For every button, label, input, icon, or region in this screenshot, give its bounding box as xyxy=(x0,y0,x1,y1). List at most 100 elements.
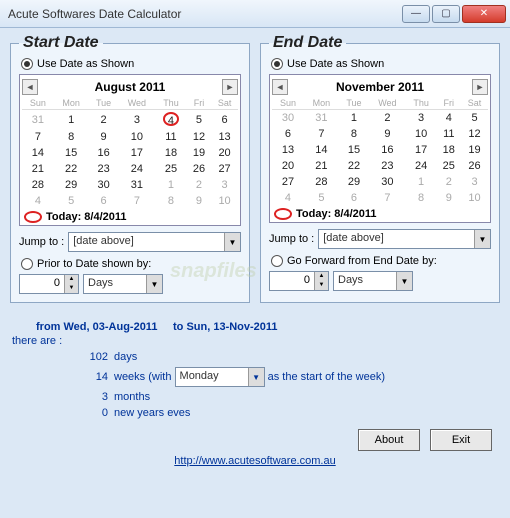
calendar-day[interactable]: 1 xyxy=(54,110,89,130)
next-month-button[interactable]: ► xyxy=(222,79,238,95)
calendar-day[interactable]: 6 xyxy=(89,193,119,209)
calendar-day[interactable]: 10 xyxy=(119,129,155,145)
calendar-day[interactable]: 5 xyxy=(461,110,488,127)
calendar-day[interactable]: 25 xyxy=(155,161,187,177)
calendar-day[interactable]: 9 xyxy=(369,126,406,142)
calendar-day[interactable]: 7 xyxy=(369,190,406,206)
calendar-day[interactable]: 30 xyxy=(369,174,406,190)
end-month-label[interactable]: November 2011 xyxy=(294,80,466,94)
calendar-day[interactable]: 21 xyxy=(304,158,339,174)
calendar-day[interactable]: 8 xyxy=(155,193,187,209)
end-jump-combo[interactable]: [date above] ▼ xyxy=(318,229,491,249)
calendar-day[interactable]: 30 xyxy=(272,110,304,127)
calendar-day[interactable]: 23 xyxy=(369,158,406,174)
calendar-day[interactable]: 15 xyxy=(54,145,89,161)
calendar-day[interactable]: 15 xyxy=(339,142,369,158)
calendar-day[interactable]: 4 xyxy=(22,193,54,209)
calendar-day[interactable]: 19 xyxy=(461,142,488,158)
calendar-day[interactable]: 31 xyxy=(22,110,54,130)
calendar-day[interactable]: 7 xyxy=(119,193,155,209)
calendar-day[interactable]: 30 xyxy=(89,177,119,193)
calendar-day[interactable]: 4 xyxy=(155,110,187,130)
calendar-day[interactable]: 9 xyxy=(89,129,119,145)
calendar-day[interactable]: 26 xyxy=(461,158,488,174)
calendar-day[interactable]: 28 xyxy=(304,174,339,190)
end-offset-spinner[interactable]: 0 ▲▼ xyxy=(269,271,329,291)
minimize-button[interactable]: — xyxy=(402,5,430,23)
calendar-day[interactable]: 2 xyxy=(89,110,119,130)
calendar-day[interactable]: 9 xyxy=(187,193,211,209)
calendar-day[interactable]: 29 xyxy=(339,174,369,190)
titlebar[interactable]: Acute Softwares Date Calculator — ▢ ✕ xyxy=(0,0,510,28)
calendar-day[interactable]: 31 xyxy=(304,110,339,127)
calendar-day[interactable]: 9 xyxy=(437,190,461,206)
calendar-day[interactable]: 27 xyxy=(211,161,238,177)
start-radio-shown[interactable]: Use Date as Shown xyxy=(21,58,241,70)
calendar-day[interactable]: 5 xyxy=(187,110,211,130)
calendar-day[interactable]: 2 xyxy=(369,110,406,127)
calendar-day[interactable]: 18 xyxy=(155,145,187,161)
start-month-label[interactable]: August 2011 xyxy=(44,80,216,94)
calendar-day[interactable]: 12 xyxy=(461,126,488,142)
calendar-day[interactable]: 5 xyxy=(304,190,339,206)
calendar-day[interactable]: 16 xyxy=(369,142,406,158)
calendar-day[interactable]: 8 xyxy=(54,129,89,145)
calendar-day[interactable]: 26 xyxy=(187,161,211,177)
start-offset-spinner[interactable]: 0 ▲▼ xyxy=(19,274,79,294)
start-radio-prior[interactable]: Prior to Date shown by: xyxy=(21,258,241,270)
calendar-day[interactable]: 20 xyxy=(272,158,304,174)
calendar-day[interactable]: 3 xyxy=(211,177,238,193)
calendar-day[interactable]: 17 xyxy=(119,145,155,161)
calendar-day[interactable]: 10 xyxy=(211,193,238,209)
calendar-day[interactable]: 25 xyxy=(437,158,461,174)
calendar-day[interactable]: 6 xyxy=(211,110,238,130)
end-radio-forward[interactable]: Go Forward from End Date by: xyxy=(271,255,491,267)
calendar-day[interactable]: 1 xyxy=(339,110,369,127)
calendar-day[interactable]: 10 xyxy=(461,190,488,206)
end-today-link[interactable]: Today: 8/4/2011 xyxy=(272,206,488,220)
calendar-day[interactable]: 23 xyxy=(89,161,119,177)
exit-button[interactable]: Exit xyxy=(430,429,492,451)
calendar-day[interactable]: 4 xyxy=(437,110,461,127)
calendar-day[interactable]: 24 xyxy=(406,158,437,174)
calendar-day[interactable]: 4 xyxy=(272,190,304,206)
calendar-day[interactable]: 29 xyxy=(54,177,89,193)
calendar-day[interactable]: 6 xyxy=(339,190,369,206)
calendar-day[interactable]: 16 xyxy=(89,145,119,161)
next-month-button[interactable]: ► xyxy=(472,79,488,95)
calendar-day[interactable]: 2 xyxy=(437,174,461,190)
calendar-day[interactable]: 7 xyxy=(22,129,54,145)
start-unit-combo[interactable]: Days ▼ xyxy=(83,274,163,294)
close-button[interactable]: ✕ xyxy=(462,5,506,23)
calendar-day[interactable]: 17 xyxy=(406,142,437,158)
calendar-day[interactable]: 8 xyxy=(339,126,369,142)
website-link[interactable]: http://www.acutesoftware.com.au xyxy=(174,455,335,467)
calendar-day[interactable]: 14 xyxy=(22,145,54,161)
calendar-day[interactable]: 1 xyxy=(406,174,437,190)
calendar-day[interactable]: 2 xyxy=(187,177,211,193)
start-jump-combo[interactable]: [date above] ▼ xyxy=(68,232,241,252)
end-unit-combo[interactable]: Days ▼ xyxy=(333,271,413,291)
calendar-day[interactable]: 3 xyxy=(461,174,488,190)
calendar-day[interactable]: 6 xyxy=(272,126,304,142)
calendar-day[interactable]: 3 xyxy=(406,110,437,127)
calendar-day[interactable]: 3 xyxy=(119,110,155,130)
prev-month-button[interactable]: ◄ xyxy=(22,79,38,95)
calendar-day[interactable]: 27 xyxy=(272,174,304,190)
calendar-day[interactable]: 19 xyxy=(187,145,211,161)
calendar-day[interactable]: 31 xyxy=(119,177,155,193)
calendar-day[interactable]: 21 xyxy=(22,161,54,177)
calendar-day[interactable]: 13 xyxy=(272,142,304,158)
calendar-day[interactable]: 22 xyxy=(339,158,369,174)
calendar-day[interactable]: 12 xyxy=(187,129,211,145)
about-button[interactable]: About xyxy=(358,429,420,451)
prev-month-button[interactable]: ◄ xyxy=(272,79,288,95)
calendar-day[interactable]: 13 xyxy=(211,129,238,145)
calendar-day[interactable]: 7 xyxy=(304,126,339,142)
maximize-button[interactable]: ▢ xyxy=(432,5,460,23)
calendar-day[interactable]: 1 xyxy=(155,177,187,193)
calendar-day[interactable]: 11 xyxy=(155,129,187,145)
calendar-day[interactable]: 11 xyxy=(437,126,461,142)
calendar-day[interactable]: 5 xyxy=(54,193,89,209)
week-start-combo[interactable]: Monday ▼ xyxy=(175,367,265,387)
